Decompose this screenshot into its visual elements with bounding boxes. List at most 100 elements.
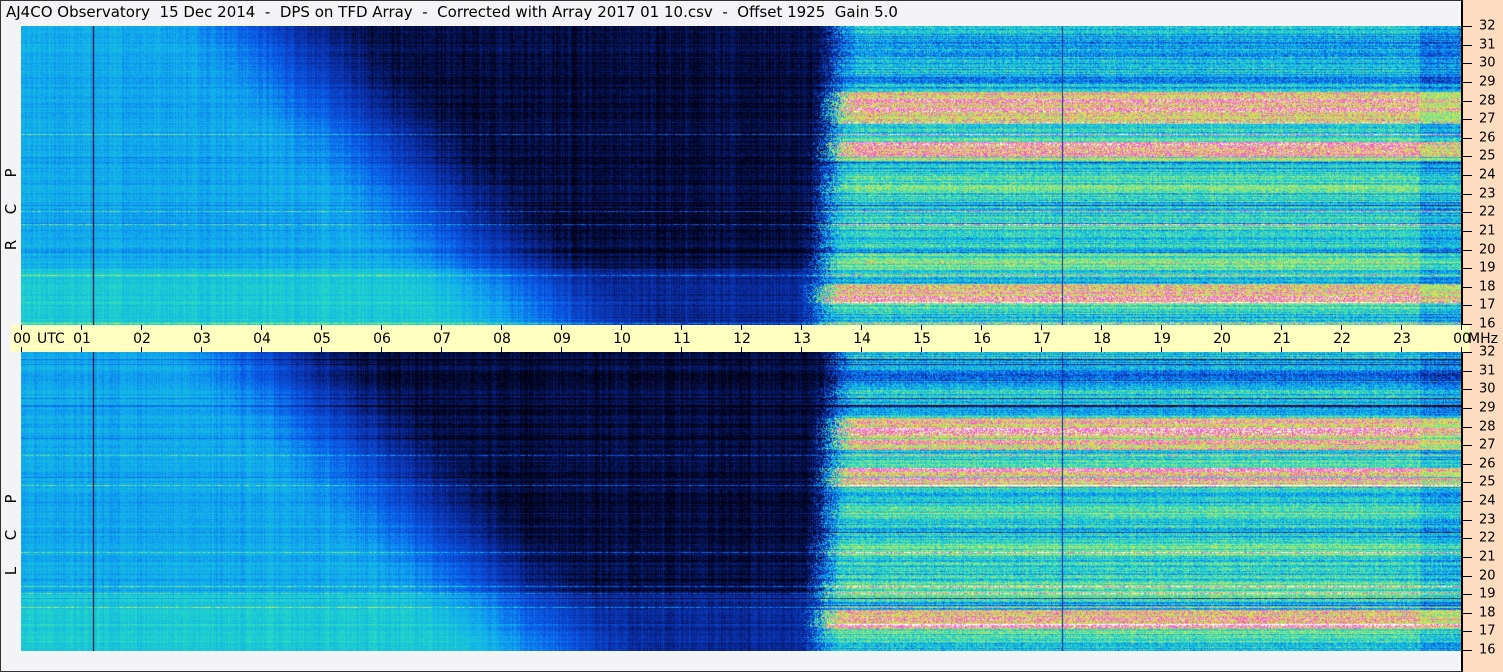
time-tick <box>561 325 562 330</box>
freq-tick <box>1463 370 1472 372</box>
freq-tick <box>1463 594 1472 596</box>
freq-tick <box>1463 119 1472 121</box>
time-tick <box>981 325 982 330</box>
freq-tick <box>1463 407 1472 409</box>
polarization-letter: P <box>2 494 20 504</box>
time-tick <box>261 325 262 330</box>
polarization-letter: C <box>2 203 20 215</box>
time-tick <box>861 347 862 352</box>
lcp-heatmap <box>21 352 1461 651</box>
time-tick-label: 22 <box>1333 331 1351 347</box>
time-tick <box>261 347 262 352</box>
freq-tick-label: 20 <box>1479 568 1496 583</box>
freq-tick-label: 29 <box>1479 74 1496 90</box>
freq-tick <box>1463 519 1472 521</box>
freq-tick-label: 27 <box>1479 437 1496 453</box>
rcp-spectrogram <box>21 26 1461 325</box>
freq-tick <box>1463 230 1472 232</box>
time-tick-label: 05 <box>313 331 331 347</box>
time-tick <box>741 325 742 330</box>
freq-tick-label: 19 <box>1479 260 1496 276</box>
time-tick-label: 20 <box>1213 331 1231 347</box>
time-tick <box>141 325 142 330</box>
time-tick <box>1281 325 1282 330</box>
freq-tick-label: 18 <box>1479 605 1496 621</box>
freq-tick <box>1463 175 1472 176</box>
time-tick-label: 19 <box>1153 331 1171 347</box>
time-tick <box>681 325 682 330</box>
time-tick-label: 09 <box>553 331 571 347</box>
time-tick <box>741 347 742 352</box>
freq-tick-label: 28 <box>1479 419 1496 434</box>
time-tick <box>1221 347 1222 352</box>
time-tick <box>501 347 502 352</box>
time-tick-label: 18 <box>1093 331 1111 347</box>
freq-tick <box>1463 249 1472 251</box>
freq-tick-label: 17 <box>1479 297 1496 313</box>
freq-tick-label: 24 <box>1479 493 1496 509</box>
freq-tick-label: 27 <box>1479 111 1496 127</box>
time-tick <box>1101 347 1102 352</box>
time-tick <box>1401 325 1402 330</box>
freq-tick <box>1463 137 1472 139</box>
freq-tick <box>1463 193 1472 195</box>
freq-tick <box>1463 389 1472 391</box>
freq-tick <box>1463 463 1472 465</box>
freq-tick-label: 28 <box>1479 93 1496 108</box>
freq-tick-label: 30 <box>1479 381 1496 397</box>
time-tick <box>321 325 322 330</box>
freq-tick-label: 21 <box>1479 223 1496 239</box>
freq-tick <box>1463 501 1472 502</box>
time-tick <box>21 347 22 352</box>
time-tick-label: 21 <box>1273 331 1291 347</box>
lcp-spectrogram <box>21 352 1461 651</box>
freq-tick <box>1463 538 1472 540</box>
time-tick <box>561 347 562 352</box>
freq-tick <box>1463 286 1472 288</box>
time-tick <box>1461 325 1462 330</box>
freq-tick-label: 31 <box>1479 363 1496 379</box>
time-tick <box>321 347 322 352</box>
freq-tick <box>1463 426 1472 428</box>
time-tick <box>921 325 922 330</box>
time-tick-label: 16 <box>973 331 991 347</box>
time-tick <box>441 325 442 330</box>
freq-tick-label: 30 <box>1479 55 1496 71</box>
time-tick-label: 12 <box>733 331 751 347</box>
freq-tick-label: 31 <box>1479 37 1496 53</box>
freq-tick-label: 26 <box>1479 130 1496 146</box>
time-tick-label: 01 <box>73 331 91 347</box>
time-tick <box>381 347 382 352</box>
time-tick-label: 03 <box>193 331 211 347</box>
freq-tick-label: 32 <box>1479 344 1496 360</box>
freq-tick <box>1463 482 1472 484</box>
time-tick <box>981 347 982 352</box>
time-tick <box>1461 347 1462 352</box>
time-tick-label: 11 <box>673 331 691 347</box>
freq-tick <box>1463 26 1472 27</box>
freq-tick <box>1463 268 1472 270</box>
time-tick <box>861 325 862 330</box>
time-tick <box>921 347 922 352</box>
freq-tick-label: 25 <box>1479 148 1496 164</box>
freq-tick <box>1463 156 1472 158</box>
time-tick <box>801 325 802 330</box>
time-tick-label: 10 <box>613 331 631 347</box>
time-tick <box>1041 325 1042 330</box>
time-tick <box>621 347 622 352</box>
freq-tick <box>1463 445 1472 447</box>
time-tick <box>81 347 82 352</box>
time-tick-label: 14 <box>853 331 871 347</box>
polarization-letter: R <box>2 239 20 251</box>
freq-tick-label: 22 <box>1479 530 1496 546</box>
time-tick <box>1161 347 1162 352</box>
freq-tick <box>1463 556 1472 558</box>
time-tick <box>1341 325 1342 330</box>
freq-tick-label: 22 <box>1479 204 1496 220</box>
freq-tick <box>1463 81 1472 83</box>
utc-label: UTC <box>37 331 65 347</box>
freq-tick-label: 25 <box>1479 474 1496 490</box>
time-tick <box>1401 347 1402 352</box>
freq-tick-label: 16 <box>1479 642 1496 658</box>
freq-tick-label: 23 <box>1479 186 1496 202</box>
